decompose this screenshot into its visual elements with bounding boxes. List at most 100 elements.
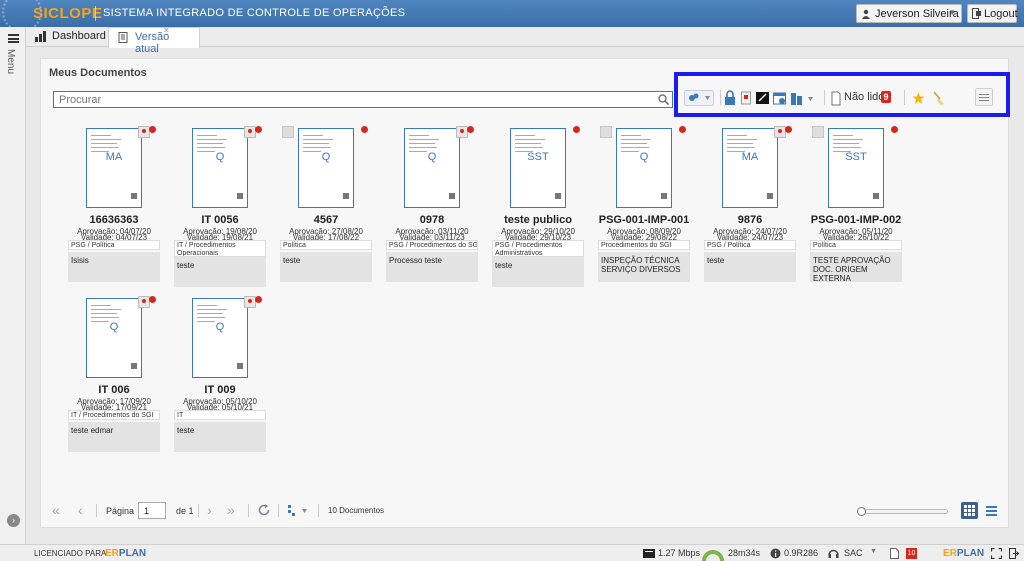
user-menu-button[interactable]: Jeverson Silveira ▼ xyxy=(856,4,962,23)
headset-icon[interactable] xyxy=(828,548,839,559)
tab-versao-atual[interactable]: Versão atual xyxy=(108,27,200,55)
document-thumbnail[interactable]: Q xyxy=(86,298,142,378)
document-thumbnail[interactable]: Q xyxy=(298,128,354,208)
unread-indicator-icon xyxy=(573,126,580,133)
document-name[interactable]: teste publico xyxy=(492,214,584,226)
document-thumbnail[interactable]: SST xyxy=(828,128,884,208)
status-bar: LICENCIADO PARA: ERPLAN 1.27 Mbps 28m34s… xyxy=(0,544,1024,561)
tab-close-icon[interactable]: ✕ xyxy=(163,26,170,35)
document-type-code: Q xyxy=(215,151,225,163)
document-category: PSG / Procedimentos do SGI xyxy=(386,240,478,250)
document-description: Isisis xyxy=(68,252,160,282)
document-thumbnail[interactable]: Q xyxy=(192,128,248,208)
chevron-down-icon[interactable]: ▼ xyxy=(870,548,877,555)
document-description: INSPEÇÃO TÉCNICA SERVIÇO DIVERSOS xyxy=(598,252,690,282)
document-category: IT / Procedimentos Operacionais xyxy=(174,240,266,257)
brand-divider xyxy=(95,6,96,21)
document-category: IT xyxy=(174,410,266,420)
lock-icon[interactable] xyxy=(724,90,736,106)
previous-page-icon[interactable]: ‹ xyxy=(78,502,83,518)
document-category: PSG / Política xyxy=(68,240,160,250)
erplan-logo: ERPLAN xyxy=(105,548,147,559)
unread-indicator-icon xyxy=(679,126,686,133)
document-type-code: Q xyxy=(321,151,331,163)
document-name[interactable]: 0978 xyxy=(386,214,478,226)
document-thumbnail[interactable]: Q xyxy=(192,298,248,378)
last-page-icon[interactable]: » xyxy=(227,502,235,518)
document-description: TESTE APROVAÇÃO DOC. ORIGEM EXTERNA xyxy=(810,252,902,283)
document-category: Política xyxy=(280,240,372,250)
hamburger-menu-icon[interactable] xyxy=(8,34,19,43)
qr-code-icon xyxy=(131,363,137,369)
document-name[interactable]: PSG-001-IMP-001 xyxy=(598,214,690,226)
page-icon xyxy=(831,91,841,106)
document-description: teste xyxy=(704,252,796,282)
document-category: IT / Procedimentos do SGI xyxy=(68,410,160,420)
document-name[interactable]: 16636363 xyxy=(68,214,160,226)
unread-count-badge: 9 xyxy=(881,91,891,103)
sort-dropdown-icon[interactable] xyxy=(286,504,310,517)
menu-label[interactable]: Menu xyxy=(5,49,16,74)
document-thumbnail[interactable]: Q xyxy=(616,128,672,208)
document-type-code: Q xyxy=(109,321,119,333)
external-link-icon[interactable] xyxy=(282,126,294,138)
session-gauge-icon xyxy=(702,550,724,561)
grid-icon xyxy=(964,505,975,516)
slider-handle[interactable] xyxy=(857,507,866,516)
calendar-icon[interactable] xyxy=(773,90,786,106)
user-name: Jeverson Silveira xyxy=(875,8,959,20)
list-view-icon[interactable] xyxy=(986,506,997,516)
search-icon[interactable] xyxy=(658,94,669,105)
document-name[interactable]: 4567 xyxy=(280,214,372,226)
pager-divider xyxy=(198,504,199,517)
document-thumbnail[interactable]: MA xyxy=(722,128,778,208)
file-icon[interactable] xyxy=(890,548,899,559)
signature-icon[interactable] xyxy=(756,90,769,106)
document-red-icon[interactable] xyxy=(741,90,751,106)
unread-indicator-icon xyxy=(361,126,368,133)
document-type-code: MA xyxy=(105,151,123,163)
info-icon[interactable] xyxy=(770,548,781,559)
tab-label: Dashboard xyxy=(52,30,106,42)
building-dropdown-icon[interactable] xyxy=(790,90,816,106)
document-name[interactable]: IT 009 xyxy=(174,384,266,396)
page-label: Página xyxy=(106,506,135,516)
page-number-input[interactable]: 1 xyxy=(138,502,166,519)
logout-button[interactable]: Logout xyxy=(967,4,1018,23)
document-thumbnail[interactable]: Q xyxy=(404,128,460,208)
document-name[interactable]: IT 0056 xyxy=(174,214,266,226)
user-icon xyxy=(862,9,870,19)
toolbar-divider xyxy=(720,90,721,105)
grid-view-button[interactable] xyxy=(961,502,978,519)
erplan-logo-right: ERPLAN xyxy=(943,548,985,559)
brand-logo: SICLOPE xyxy=(33,5,103,22)
search-input[interactable] xyxy=(59,94,649,106)
system-title: SISTEMA INTEGRADO DE CONTROLE DE OPERAÇÕ… xyxy=(103,7,406,19)
tab-dashboard[interactable]: Dashboard xyxy=(26,27,106,47)
fullscreen-icon[interactable] xyxy=(991,548,1002,559)
calendar-badge[interactable]: 10 xyxy=(906,548,917,559)
toolbar-divider xyxy=(904,90,905,105)
refresh-icon[interactable] xyxy=(257,503,271,517)
external-link-icon[interactable] xyxy=(812,126,824,138)
document-name[interactable]: PSG-001-IMP-002 xyxy=(810,214,902,226)
list-menu-button[interactable] xyxy=(975,88,993,106)
expand-rail-icon[interactable]: › xyxy=(7,514,20,527)
search-field[interactable] xyxy=(53,91,673,108)
first-page-icon[interactable]: « xyxy=(52,502,60,518)
star-icon[interactable] xyxy=(912,90,925,106)
document-name[interactable]: 9876 xyxy=(704,214,796,226)
document-description: teste xyxy=(174,257,266,287)
next-page-icon[interactable]: › xyxy=(207,502,212,518)
exit-icon[interactable] xyxy=(1009,548,1019,559)
document-description: teste edmar xyxy=(68,422,160,452)
external-link-icon[interactable] xyxy=(600,126,612,138)
document-name[interactable]: IT 006 xyxy=(68,384,160,396)
broom-icon[interactable] xyxy=(932,90,946,106)
document-thumbnail[interactable]: MA xyxy=(86,128,142,208)
thumbnail-size-slider[interactable] xyxy=(857,507,948,516)
document-thumbnail[interactable]: SST xyxy=(510,128,566,208)
document-description: teste xyxy=(280,252,372,282)
group-by-dropdown-icon[interactable] xyxy=(684,90,714,106)
sac-label[interactable]: SAC xyxy=(844,548,863,558)
